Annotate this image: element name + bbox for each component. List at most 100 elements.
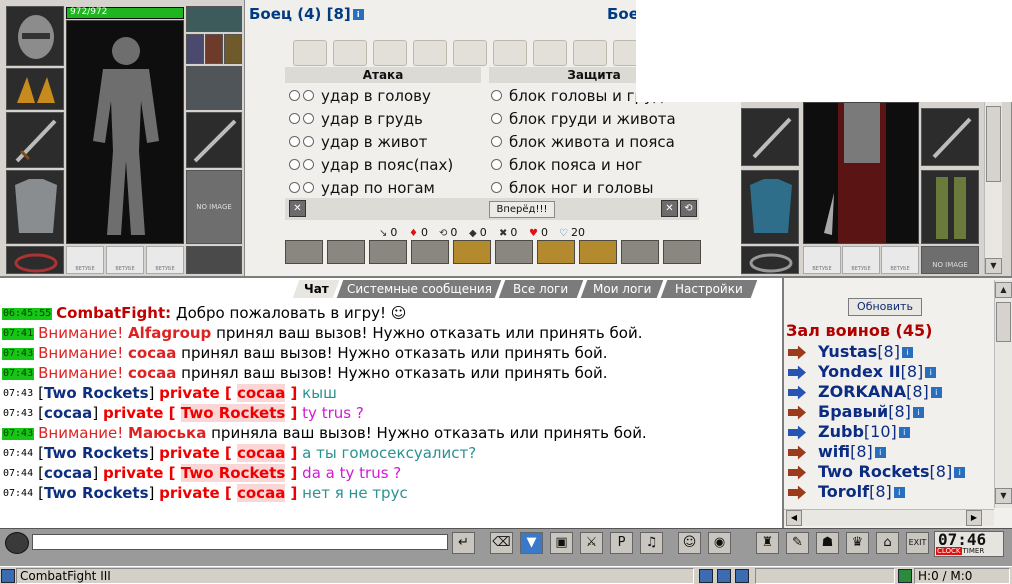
warrior-name[interactable]: Yustas: [818, 342, 877, 361]
refresh-status-icon[interactable]: [898, 569, 912, 583]
fight-arrow-icon[interactable]: [788, 485, 806, 500]
filter-button[interactable]: ▼: [520, 532, 543, 554]
warrior-row[interactable]: Yondex II[8] i: [788, 362, 937, 382]
inventory-button[interactable]: ♜: [756, 532, 779, 554]
shop-button[interactable]: ⌂: [876, 532, 899, 554]
scroll-slot[interactable]: [333, 40, 367, 66]
skill-slot[interactable]: [495, 240, 533, 264]
scroll-slot[interactable]: [493, 40, 527, 66]
opponent-weapon-left-slot[interactable]: [741, 108, 799, 166]
message-nick[interactable]: cocaa: [128, 364, 176, 382]
attack-option[interactable]: удар в живот: [289, 132, 427, 152]
warrior-row[interactable]: Torolf[8] i: [788, 482, 905, 502]
scroll-slot[interactable]: [573, 40, 607, 66]
scroll-left-button[interactable]: ◀: [786, 510, 802, 526]
message-nick[interactable]: Two Rockets: [44, 444, 149, 462]
skill-slot[interactable]: [369, 240, 407, 264]
warrior-name[interactable]: Yondex II: [818, 362, 901, 381]
forward-button[interactable]: Вперёд!!!: [489, 201, 555, 218]
defense-option[interactable]: блок живота и пояса: [491, 132, 675, 152]
clan-button[interactable]: ♛: [846, 532, 869, 554]
warrior-row[interactable]: Zubb[10] i: [788, 422, 910, 442]
eraser-button[interactable]: ⌫: [490, 532, 513, 554]
chat-input[interactable]: [32, 534, 448, 550]
warriors-scrollbar[interactable]: ▲ ▼: [994, 280, 1012, 508]
opponent-scrollbar[interactable]: ▼: [984, 102, 1002, 274]
fight-arrow-icon[interactable]: [788, 465, 806, 480]
mini-slot-2[interactable]: ВЕТУБЕ: [106, 246, 144, 274]
smiley-button[interactable]: ☺: [678, 532, 701, 554]
opponent-weapon-right-slot[interactable]: [921, 108, 979, 166]
bag-button[interactable]: ☗: [816, 532, 839, 554]
send-button[interactable]: ↵: [452, 532, 475, 554]
shield-right-button-1[interactable]: ✕: [661, 200, 678, 217]
skill-slot[interactable]: [453, 240, 491, 264]
scrollbar-thumb[interactable]: [986, 106, 1001, 182]
rune-slot-1[interactable]: [186, 34, 204, 64]
chat-tab[interactable]: Мои логи: [580, 280, 664, 298]
shield-left-button[interactable]: ✕: [289, 200, 306, 217]
scroll-slot[interactable]: [293, 40, 327, 66]
attack-option[interactable]: удар в грудь: [289, 109, 423, 129]
scroll-slot[interactable]: [533, 40, 567, 66]
info-icon[interactable]: i: [912, 407, 924, 418]
fight-arrow-icon[interactable]: [788, 445, 806, 460]
radio-button[interactable]: [303, 159, 314, 170]
weapon-left-slot[interactable]: [6, 112, 64, 168]
menu-orb-button[interactable]: [5, 532, 29, 554]
message-nick[interactable]: cocaa: [44, 464, 92, 482]
message-nick[interactable]: cocaa: [128, 344, 176, 362]
boots-slot[interactable]: [186, 246, 242, 274]
window-status-icon[interactable]: [717, 569, 731, 583]
scroll-up-button[interactable]: ▲: [995, 282, 1012, 298]
skill-slot[interactable]: [621, 240, 659, 264]
info-icon[interactable]: i: [874, 447, 886, 458]
info-icon[interactable]: i: [901, 347, 913, 358]
warrior-name[interactable]: Torolf: [818, 482, 869, 501]
chat-tab[interactable]: Все логи: [498, 280, 584, 298]
save-log-button[interactable]: ▣: [550, 532, 573, 554]
timer-label[interactable]: TIMER: [962, 547, 986, 555]
exit-button[interactable]: EXIT: [906, 532, 929, 554]
scroll-right-button[interactable]: ▶: [966, 510, 982, 526]
fight-arrow-icon[interactable]: [788, 365, 806, 380]
warrior-name[interactable]: wifi: [818, 442, 850, 461]
warrior-row[interactable]: Yustas[8] i: [788, 342, 913, 362]
opponent-armor-slot[interactable]: [741, 170, 799, 244]
chat-tab[interactable]: Настройки: [660, 280, 758, 298]
warrior-row[interactable]: Бравый[8] i: [788, 402, 924, 422]
scroll-slot[interactable]: [413, 40, 447, 66]
message-nick[interactable]: Two Rockets: [44, 384, 149, 402]
info-icon[interactable]: i: [352, 9, 364, 20]
defense-option[interactable]: блок пояса и ног: [491, 155, 642, 175]
skill-slot[interactable]: [327, 240, 365, 264]
opponent-mini-slot-2[interactable]: ВЕТУБЕ: [842, 246, 880, 274]
message-nick[interactable]: Маюська: [128, 424, 206, 442]
mini-slot-1[interactable]: ВЕТУБЕ: [66, 246, 104, 274]
info-icon[interactable]: i: [898, 427, 910, 438]
attack-option[interactable]: удар в пояс(пах): [289, 155, 453, 175]
opponent-boots-slot[interactable]: NO IMAGE: [921, 246, 979, 274]
radio-button[interactable]: [491, 182, 502, 193]
skill-slot[interactable]: [285, 240, 323, 264]
radio-button[interactable]: [289, 136, 300, 147]
message-nick[interactable]: Two Rockets: [44, 484, 149, 502]
warrior-row[interactable]: Two Rockets[8] i: [788, 462, 966, 482]
scrollbar-thumb[interactable]: [996, 302, 1011, 342]
clock-label[interactable]: CLOCK: [936, 547, 962, 555]
info-icon[interactable]: i: [925, 367, 937, 378]
ring-left-slot[interactable]: [6, 246, 64, 274]
fight-arrow-icon[interactable]: [788, 425, 806, 440]
scroll-slot[interactable]: [373, 40, 407, 66]
weapon-right-slot[interactable]: [186, 112, 242, 168]
warrior-row[interactable]: wifi[8] i: [788, 442, 886, 462]
private-button[interactable]: P: [610, 532, 633, 554]
refresh-button[interactable]: Обновить: [848, 298, 922, 316]
rune-slot-2[interactable]: [205, 34, 223, 64]
warrior-row[interactable]: ZORKANA[8] i: [788, 382, 942, 402]
skill-slot[interactable]: [537, 240, 575, 264]
fight-button[interactable]: ⚔: [580, 532, 603, 554]
map-button[interactable]: ✎: [786, 532, 809, 554]
radio-button[interactable]: [491, 136, 502, 147]
gloves-slot[interactable]: [6, 68, 64, 110]
